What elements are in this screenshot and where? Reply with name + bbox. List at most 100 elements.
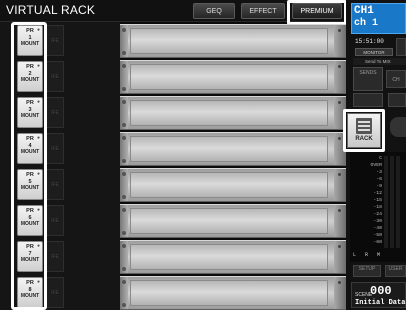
channel-name: CH1 xyxy=(354,5,374,17)
meter-scale-label: -3 xyxy=(376,170,382,175)
rack-ear xyxy=(120,61,128,93)
slot-side-button: IFE xyxy=(46,97,64,128)
sends-label: SENDS xyxy=(359,70,377,76)
screw-icon xyxy=(122,280,126,284)
scene-number: 000 xyxy=(370,284,392,298)
screw-icon xyxy=(338,137,341,140)
meter-scale-label: C xyxy=(379,156,382,161)
rack-face xyxy=(130,208,328,234)
user-button[interactable]: USER xyxy=(385,265,406,277)
screw-icon xyxy=(122,195,126,199)
screw-icon xyxy=(338,29,341,32)
rack-slot[interactable] xyxy=(120,204,346,238)
slot-side-button: IFE xyxy=(46,241,64,272)
screw-icon xyxy=(122,123,126,127)
rack-face xyxy=(130,100,328,126)
rack-rear xyxy=(334,25,346,57)
rack-slot[interactable] xyxy=(120,276,346,310)
mount-column-highlight xyxy=(11,22,47,310)
rack-slot[interactable] xyxy=(120,96,346,130)
rack-slot[interactable] xyxy=(120,24,346,58)
slot-side-button: IFE xyxy=(46,205,64,236)
channel-sub-name: ch 1 xyxy=(354,18,379,29)
slot-side-button: IFE xyxy=(46,169,64,200)
ch-button[interactable]: CH xyxy=(386,70,406,88)
slot-side-button: IFE xyxy=(46,61,64,92)
screw-icon xyxy=(338,101,341,104)
meter-scale-label: -40 xyxy=(373,226,382,231)
screw-icon xyxy=(122,51,126,55)
rack-ear xyxy=(120,277,128,309)
rack-face xyxy=(130,28,328,54)
slot-side-button: IFE xyxy=(46,133,64,164)
screw-icon xyxy=(338,65,341,68)
screw-icon xyxy=(122,303,126,307)
meter-scale-label: -12 xyxy=(373,191,382,196)
function-button-2[interactable] xyxy=(388,93,406,107)
premium-tab-highlight xyxy=(287,0,347,25)
tab-effect[interactable]: EFFECT xyxy=(241,3,285,19)
meter-scale-label: -50 xyxy=(373,233,382,238)
screw-icon xyxy=(338,209,341,212)
screw-icon xyxy=(122,244,126,248)
rack-ear xyxy=(120,133,128,165)
send-to-label: Send To MIX xyxy=(353,58,406,65)
screw-icon xyxy=(122,136,126,140)
setup-button[interactable]: SETUP xyxy=(353,265,381,277)
rack-slot[interactable] xyxy=(120,60,346,94)
screw-icon xyxy=(338,173,341,176)
rack-button-highlight xyxy=(343,109,385,152)
meter-bar xyxy=(390,156,394,248)
rack-face xyxy=(130,244,328,270)
knob-icon[interactable] xyxy=(390,117,406,137)
rack-slot[interactable] xyxy=(120,168,346,202)
screw-icon xyxy=(122,159,126,163)
screw-icon xyxy=(122,267,126,271)
screw-icon xyxy=(122,100,126,104)
meter-scale-label: -60 xyxy=(373,240,382,245)
rack-ear xyxy=(120,241,128,273)
rack-rear xyxy=(334,61,346,93)
meter-scale-label: -9 xyxy=(376,184,382,189)
rack-rear xyxy=(334,169,346,201)
meter-scale-label: -18 xyxy=(373,205,382,210)
page-title: VIRTUAL RACK xyxy=(6,3,96,17)
rack-slot[interactable] xyxy=(120,132,346,166)
rack-ear xyxy=(120,169,128,201)
rack-face xyxy=(130,136,328,162)
slot-side-button: IFE xyxy=(46,277,64,308)
meter-scale-label: -30 xyxy=(373,219,382,224)
screw-icon xyxy=(122,28,126,32)
meter-scale-label: OVER xyxy=(370,163,382,168)
meter-scale-label: -15 xyxy=(373,198,382,203)
rack-ear xyxy=(120,97,128,129)
rack-rear xyxy=(334,277,346,309)
sends-button[interactable]: SENDS xyxy=(353,67,383,91)
rack-face xyxy=(130,64,328,90)
clock: 15:51:00 xyxy=(355,38,384,45)
rack-ear xyxy=(120,25,128,57)
screw-icon xyxy=(122,172,126,176)
screw-icon xyxy=(338,245,341,248)
screw-icon xyxy=(122,208,126,212)
monitor-button[interactable]: MONITOR xyxy=(355,48,393,56)
rack-rear xyxy=(334,205,346,237)
screw-icon xyxy=(122,87,126,91)
corner-button[interactable] xyxy=(396,38,406,56)
meter-scale-label: -6 xyxy=(376,177,382,182)
tab-geq[interactable]: GEQ xyxy=(193,3,235,19)
meter-bar xyxy=(384,156,388,248)
meter-channels: L R M xyxy=(353,252,384,258)
screw-icon xyxy=(122,231,126,235)
rack-slot[interactable] xyxy=(120,240,346,274)
rack-ear xyxy=(120,205,128,237)
function-button-1[interactable] xyxy=(353,93,383,107)
rack-face xyxy=(130,280,328,306)
screw-icon xyxy=(122,64,126,68)
slot-side-button: IFE xyxy=(46,25,64,56)
rack-face xyxy=(130,172,328,198)
scene-title: Initial Data xyxy=(355,299,406,307)
rack-rear xyxy=(334,241,346,273)
meter-scale-label: -24 xyxy=(373,212,382,217)
screw-icon xyxy=(338,281,341,284)
